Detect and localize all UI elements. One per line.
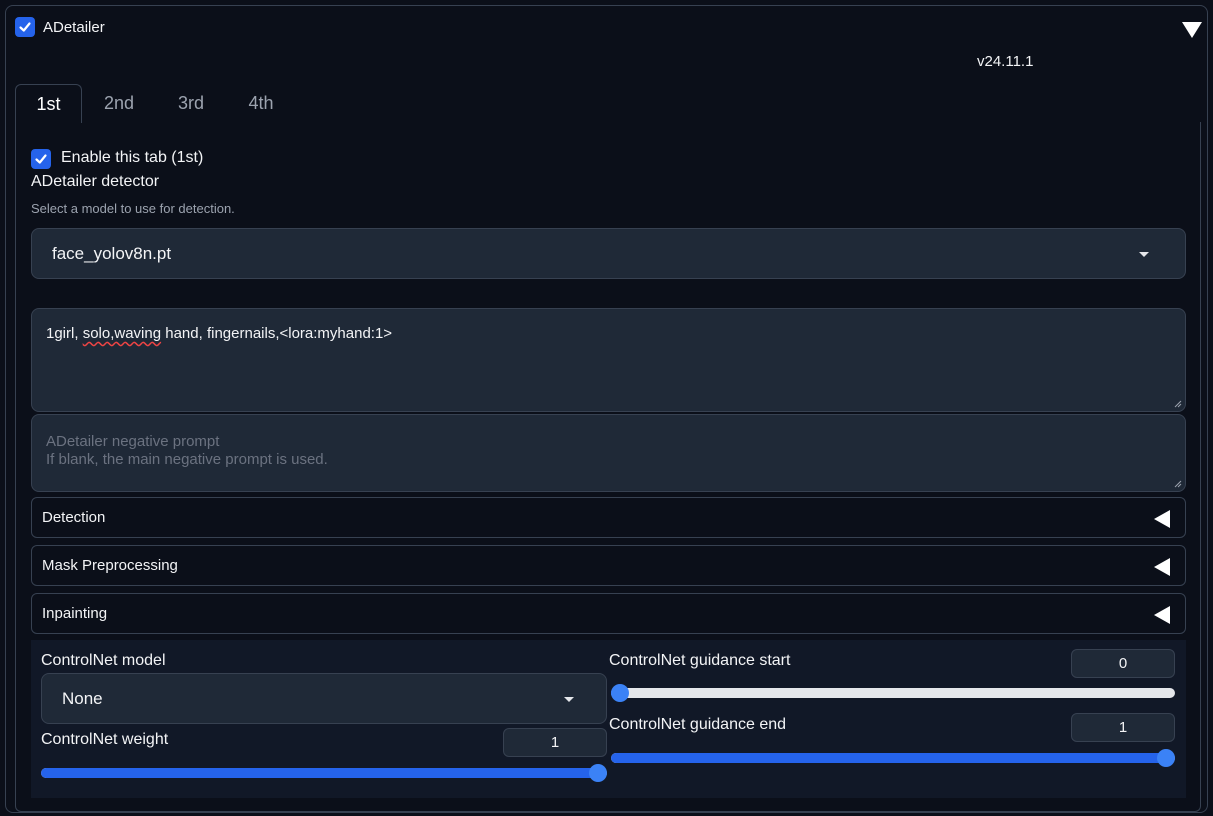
- accordion-inpainting[interactable]: Inpainting: [31, 593, 1186, 634]
- accordion-mask-preprocessing[interactable]: Mask Preprocessing: [31, 545, 1186, 586]
- negative-prompt-placeholder-line2: If blank, the main negative prompt is us…: [46, 451, 328, 468]
- enable-tab-label[interactable]: Enable this tab (1st): [61, 149, 203, 167]
- checkmark-icon: [35, 154, 47, 164]
- guidance-end-slider[interactable]: [611, 749, 1175, 767]
- negative-prompt-textarea[interactable]: ADetailer negative prompt If blank, the …: [31, 414, 1186, 492]
- guidance-end-number[interactable]: 1: [1071, 713, 1175, 742]
- detector-dropdown[interactable]: face_yolov8n.pt: [31, 228, 1186, 279]
- prompt-textarea[interactable]: 1girl, solo,waving hand, fingernails,<lo…: [31, 308, 1186, 412]
- slider-fill: [611, 753, 1166, 763]
- accordion-inpainting-label: Inpainting: [42, 605, 108, 622]
- chevron-down-icon: [1139, 252, 1149, 257]
- prompt-text-misspelled: solo,waving: [82, 325, 162, 342]
- slider-thumb[interactable]: [611, 684, 629, 702]
- tab-4th[interactable]: 4th: [230, 84, 292, 123]
- tab-2nd[interactable]: 2nd: [88, 84, 150, 123]
- resize-handle-icon[interactable]: [1174, 480, 1182, 488]
- detector-info: Select a model to use for detection.: [31, 201, 235, 216]
- accordion-mask-preprocessing-label: Mask Preprocessing: [42, 557, 178, 574]
- controlnet-model-label: ControlNet model: [41, 652, 166, 669]
- accordion-detection[interactable]: Detection: [31, 497, 1186, 538]
- guidance-end-label: ControlNet guidance end: [609, 716, 787, 733]
- controlnet-model-dropdown[interactable]: None: [41, 673, 607, 724]
- guidance-start-number[interactable]: 0: [1071, 649, 1175, 678]
- guidance-start-label: ControlNet guidance start: [609, 652, 791, 669]
- prompt-text-end: hand, fingernails,<lora:myhand:1>: [161, 325, 393, 342]
- collapse-triangle-icon[interactable]: [1182, 22, 1202, 38]
- controlnet-model-selected: None: [62, 688, 103, 708]
- prompt-text-start: 1girl,: [46, 325, 83, 342]
- tab-1st[interactable]: 1st: [15, 84, 82, 123]
- negative-prompt-placeholder-line1: ADetailer negative prompt: [46, 433, 220, 450]
- expand-triangle-icon: [1154, 510, 1170, 528]
- checkmark-icon: [19, 22, 31, 32]
- slider-fill: [41, 768, 598, 778]
- enable-tab-checkbox[interactable]: [31, 149, 51, 169]
- adetailer-enable-checkbox[interactable]: [15, 17, 35, 37]
- guidance-start-slider[interactable]: [611, 684, 1175, 702]
- resize-handle-icon[interactable]: [1174, 400, 1182, 408]
- detector-label: ADetailer detector: [31, 173, 160, 190]
- detector-selected: face_yolov8n.pt: [52, 243, 172, 263]
- version-label: v24.11.1: [977, 53, 1034, 70]
- slider-thumb[interactable]: [589, 764, 607, 782]
- tab-3rd[interactable]: 3rd: [160, 84, 222, 123]
- expand-triangle-icon: [1154, 558, 1170, 576]
- chevron-down-icon: [564, 697, 574, 702]
- slider-thumb[interactable]: [1157, 749, 1175, 767]
- controlnet-weight-number[interactable]: 1: [503, 728, 607, 757]
- accordion-detection-label: Detection: [42, 509, 106, 526]
- expand-triangle-icon: [1154, 606, 1170, 624]
- controlnet-weight-slider[interactable]: [41, 764, 607, 782]
- controlnet-weight-label: ControlNet weight: [41, 731, 169, 748]
- adetailer-title[interactable]: ADetailer: [43, 19, 105, 36]
